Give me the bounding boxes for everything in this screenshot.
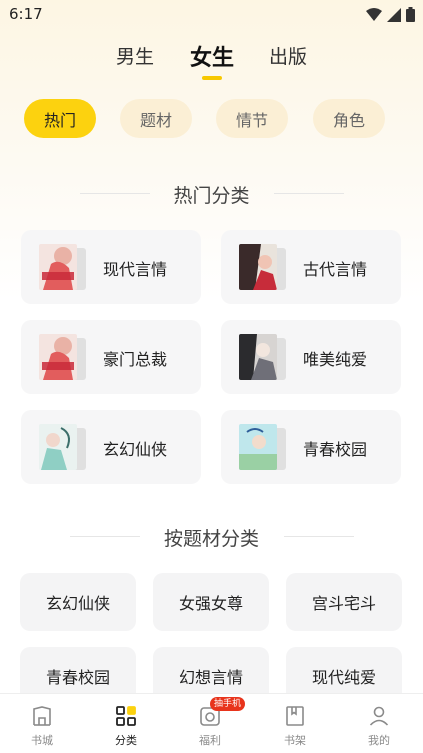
gender-tabs: 男生 女生 出版 — [0, 42, 423, 82]
hot-section-title: 热门分类 — [173, 185, 250, 207]
book-cover — [39, 334, 77, 380]
bookshelf-icon — [286, 706, 304, 726]
active-tab-indicator — [201, 76, 222, 80]
nav-label: 福利 — [199, 734, 221, 747]
category-card-pure-love[interactable]: 唯美纯爱 — [221, 320, 401, 394]
welfare-badge: 抽手机 — [210, 697, 246, 711]
nav-profile[interactable]: 我的 — [337, 694, 421, 753]
tab-male[interactable]: 男生 — [116, 42, 154, 69]
topic-button[interactable]: 女强女尊 — [153, 573, 269, 631]
book-cover — [239, 244, 277, 290]
signal-icon — [387, 7, 401, 22]
category-label: 青春校园 — [303, 440, 368, 459]
nav-label: 书城 — [31, 734, 53, 747]
category-label: 玄幻仙侠 — [103, 440, 168, 459]
book-cover — [239, 334, 277, 380]
category-card-ancient-romance[interactable]: 古代言情 — [221, 230, 401, 304]
category-icon — [116, 706, 136, 726]
filter-plot[interactable]: 情节 — [216, 99, 288, 138]
topic-button[interactable]: 宫斗宅斗 — [286, 573, 402, 631]
book-cover — [239, 424, 277, 470]
category-card-fantasy[interactable]: 玄幻仙侠 — [21, 410, 201, 484]
bookstore-icon — [33, 706, 51, 726]
book-cover — [39, 244, 77, 290]
tab-publishing[interactable]: 出版 — [269, 42, 307, 69]
status-icons — [366, 7, 415, 22]
tab-female[interactable]: 女生 — [190, 40, 234, 80]
divider — [284, 536, 354, 537]
category-card-modern-romance[interactable]: 现代言情 — [21, 230, 201, 304]
status-time: 6:17 — [9, 5, 43, 23]
nav-label: 书架 — [284, 734, 306, 747]
category-card-campus[interactable]: 青春校园 — [221, 410, 401, 484]
nav-category[interactable]: 分类 — [84, 694, 168, 753]
category-card-ceo[interactable]: 豪门总裁 — [21, 320, 201, 394]
nav-label: 我的 — [368, 734, 390, 747]
filter-topic[interactable]: 题材 — [120, 99, 192, 138]
battery-icon — [406, 7, 415, 22]
topic-button[interactable]: 玄幻仙侠 — [20, 573, 136, 631]
category-label: 唯美纯爱 — [303, 350, 368, 369]
topic-section-title: 按题材分类 — [163, 528, 259, 550]
category-label: 豪门总裁 — [103, 350, 168, 369]
nav-bookstore[interactable]: 书城 — [0, 694, 84, 753]
category-label: 现代言情 — [103, 260, 168, 279]
wifi-icon — [366, 7, 382, 21]
nav-label: 分类 — [115, 734, 137, 747]
nav-bookshelf[interactable]: 书架 — [253, 694, 337, 753]
book-cover — [39, 424, 77, 470]
category-label: 古代言情 — [303, 260, 368, 279]
profile-icon — [369, 706, 389, 726]
nav-welfare[interactable]: 抽手机 福利 — [168, 694, 252, 753]
filter-row: 热门 题材 情节 角色 — [0, 99, 423, 139]
filter-hot[interactable]: 热门 — [24, 99, 96, 138]
divider — [274, 193, 344, 194]
status-bar: 6:17 — [0, 0, 423, 30]
bottom-nav: 书城 分类 抽手机 福利 书架 我的 — [0, 693, 423, 753]
filter-role[interactable]: 角色 — [313, 99, 385, 138]
